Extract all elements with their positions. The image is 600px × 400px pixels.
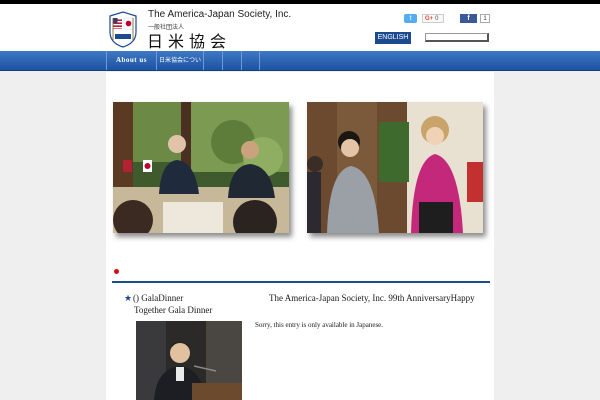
society-logo[interactable]	[106, 10, 140, 48]
google-plus-label: G+	[425, 16, 434, 22]
site-header: The America-Japan Society, Inc. 一般社団法人 日…	[0, 4, 600, 51]
entry-heading[interactable]: The America-Japan Society, Inc. 99th Ann…	[269, 293, 475, 303]
section-divider	[112, 281, 490, 283]
entry-notice: Sorry, this entry is only available in J…	[255, 321, 384, 329]
nav-item-3[interactable]	[203, 51, 222, 70]
nav-item-about-jp[interactable]: 日米協会について	[156, 51, 203, 83]
entry-title-line2[interactable]: Together Gala Dinner	[134, 305, 212, 315]
main-nav: About us 日米協会について	[0, 51, 600, 83]
tweet-button[interactable]: t	[404, 14, 417, 23]
entry-thumbnail-speaker[interactable]	[136, 321, 242, 400]
google-plus-button[interactable]: G+ 0	[422, 14, 444, 23]
search-input[interactable]	[425, 33, 489, 42]
nav-item-5[interactable]	[241, 51, 260, 70]
nav-item-4[interactable]	[222, 51, 241, 70]
google-plus-count: 0	[435, 16, 439, 22]
site-title-jp[interactable]: 日米協会	[147, 28, 231, 52]
english-button[interactable]: ENGLISH	[375, 32, 411, 44]
red-dot-icon	[114, 269, 119, 274]
star-icon: ★	[124, 294, 133, 304]
main-content: ★ () GalaDinner Together Gala Dinner The…	[106, 72, 494, 400]
slide-photo-dinner-speech[interactable]	[113, 102, 289, 233]
nav-item-about-us[interactable]: About us	[106, 51, 156, 70]
entry-title-line1[interactable]: () GalaDinner	[133, 293, 183, 303]
facebook-like-count: 1	[480, 14, 490, 23]
site-title-en[interactable]: The America-Japan Society, Inc.	[148, 9, 291, 20]
facebook-like-button[interactable]: f	[460, 14, 477, 23]
slide-photo-reception[interactable]	[307, 102, 483, 233]
